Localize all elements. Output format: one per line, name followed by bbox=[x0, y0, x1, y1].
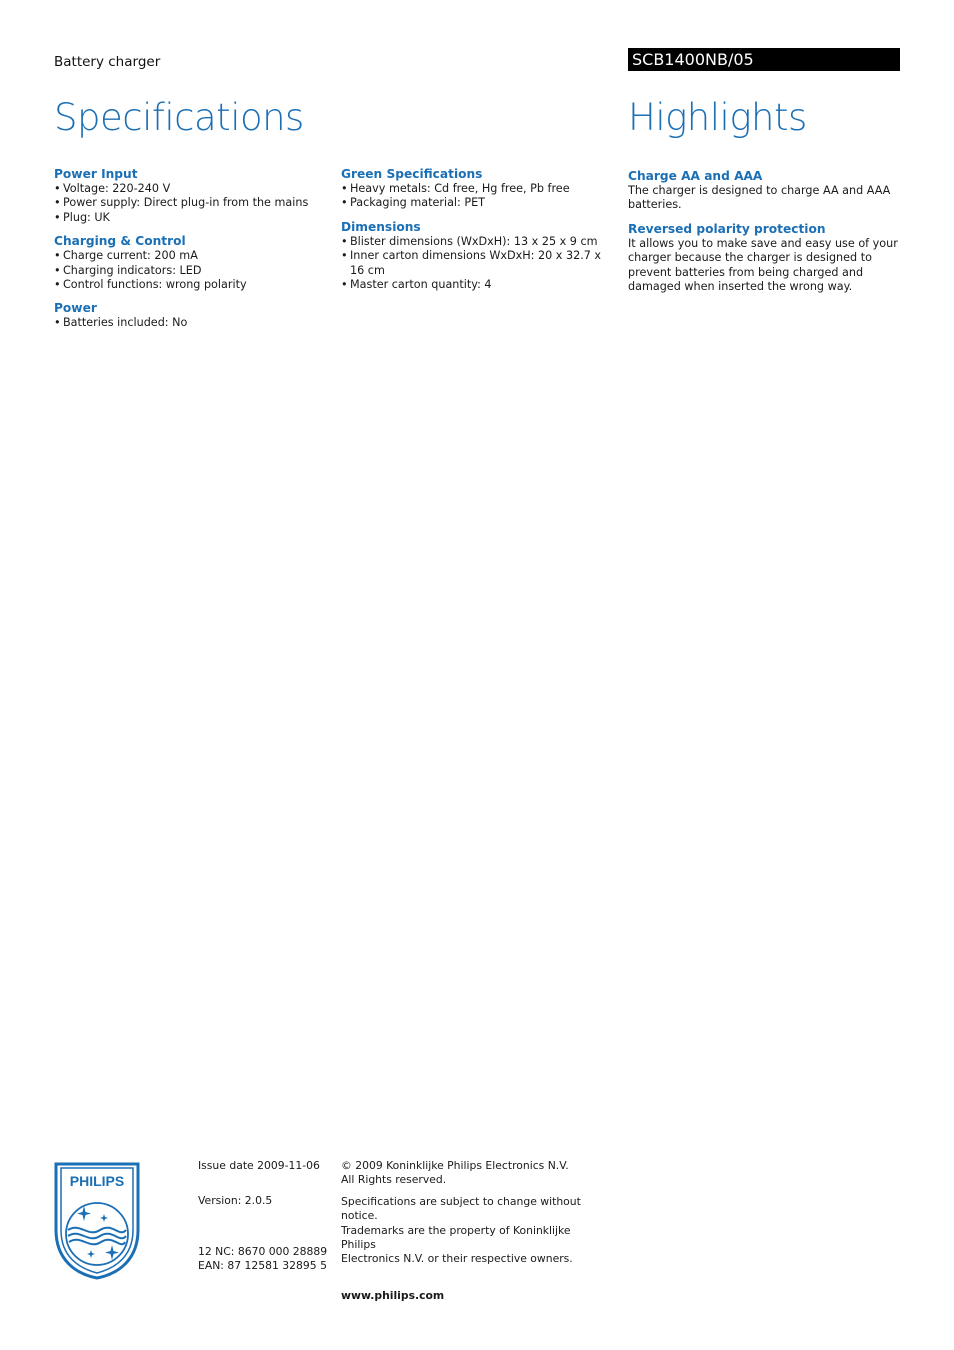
notice-line: Specifications are subject to change wit… bbox=[341, 1194, 581, 1223]
philips-shield-logo: PHILIPS bbox=[54, 1162, 140, 1280]
notice-line: Trademarks are the property of Koninklij… bbox=[341, 1223, 571, 1252]
spec-item: Power supply: Direct plug-in from the ma… bbox=[54, 196, 324, 211]
footer-legal: © 2009 Koninklijke Philips Electronics N… bbox=[341, 1159, 601, 1303]
spec-heading: Charging & Control bbox=[54, 234, 186, 249]
spec-item: Batteries included: No bbox=[54, 316, 324, 331]
copyright-line: © 2009 Koninklijke Philips Electronics N… bbox=[341, 1159, 569, 1172]
spec-item: Control functions: wrong polarity bbox=[54, 278, 324, 293]
highlight-charge-aa-aaa: Charge AA and AAA The charger is designe… bbox=[628, 169, 900, 213]
svg-text:PHILIPS: PHILIPS bbox=[70, 1173, 124, 1189]
highlight-heading: Charge AA and AAA bbox=[628, 169, 763, 183]
highlight-text: It allows you to make save and easy use … bbox=[628, 236, 898, 294]
highlights-title: Highlights bbox=[628, 96, 807, 139]
spec-item: Blister dimensions (WxDxH): 13 x 25 x 9 … bbox=[341, 235, 611, 250]
website-link[interactable]: www.philips.com bbox=[341, 1289, 601, 1303]
spec-item: Voltage: 220-240 V bbox=[54, 182, 324, 197]
spec-heading: Power bbox=[54, 301, 97, 316]
specs-column-1: Power Input Voltage: 220-240 V Power sup… bbox=[54, 167, 324, 340]
rights-line: All Rights reserved. bbox=[341, 1173, 447, 1187]
spec-section-power: Power Batteries included: No bbox=[54, 301, 324, 331]
version: Version: 2.0.5 bbox=[198, 1194, 273, 1208]
spec-item: Heavy metals: Cd free, Hg free, Pb free bbox=[341, 182, 611, 197]
footer-document-info: Issue date 2009-11-06 Version: 2.0.5 12 … bbox=[198, 1159, 328, 1274]
spec-item: Inner carton dimensions WxDxH: 20 x 32.7… bbox=[341, 249, 611, 278]
ean-number: EAN: 87 12581 32895 5 bbox=[198, 1259, 327, 1273]
specifications-title: Specifications bbox=[54, 96, 304, 139]
spec-item: Charge current: 200 mA bbox=[54, 249, 324, 264]
spec-list: Heavy metals: Cd free, Hg free, Pb free … bbox=[341, 182, 611, 211]
spec-item: Master carton quantity: 4 bbox=[341, 278, 611, 293]
spec-list: Blister dimensions (WxDxH): 13 x 25 x 9 … bbox=[341, 235, 611, 293]
spec-section-power-input: Power Input Voltage: 220-240 V Power sup… bbox=[54, 167, 324, 226]
specs-column-2: Green Specifications Heavy metals: Cd fr… bbox=[341, 167, 611, 301]
spec-list: Charge current: 200 mA Charging indicato… bbox=[54, 249, 324, 293]
spec-section-green: Green Specifications Heavy metals: Cd fr… bbox=[341, 167, 611, 211]
spec-section-dimensions: Dimensions Blister dimensions (WxDxH): 1… bbox=[341, 220, 611, 293]
highlight-reversed-polarity: Reversed polarity protection It allows y… bbox=[628, 222, 900, 295]
spec-list: Batteries included: No bbox=[54, 316, 324, 331]
spec-item: Charging indicators: LED bbox=[54, 264, 324, 279]
spec-section-charging-control: Charging & Control Charge current: 200 m… bbox=[54, 234, 324, 293]
spec-heading: Dimensions bbox=[341, 219, 421, 234]
spec-item: Packaging material: PET bbox=[341, 196, 611, 211]
nc-number: 12 NC: 8670 000 28889 bbox=[198, 1244, 328, 1258]
spec-heading: Green Specifications bbox=[341, 167, 483, 181]
notice-line: Electronics N.V. or their respective own… bbox=[341, 1252, 573, 1266]
spec-list: Voltage: 220-240 V Power supply: Direct … bbox=[54, 182, 324, 226]
model-number-banner: SCB1400NB/05 bbox=[628, 48, 900, 71]
spec-heading: Power Input bbox=[54, 167, 138, 181]
highlight-text: The charger is designed to charge AA and… bbox=[628, 184, 891, 212]
highlight-heading: Reversed polarity protection bbox=[628, 221, 826, 236]
highlights-column: Charge AA and AAA The charger is designe… bbox=[628, 169, 900, 303]
issue-date: Issue date 2009-11-06 bbox=[198, 1159, 320, 1172]
spec-item: Plug: UK bbox=[54, 211, 324, 226]
philips-shield-icon: PHILIPS bbox=[54, 1162, 140, 1280]
product-category: Battery charger bbox=[54, 54, 161, 70]
